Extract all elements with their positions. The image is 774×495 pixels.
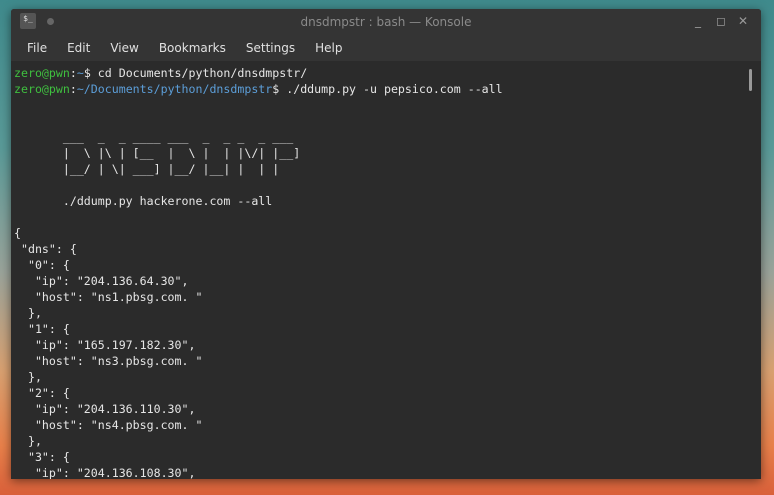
output-line: { [14, 226, 21, 240]
menu-bar: File Edit View Bookmarks Settings Help [11, 35, 761, 61]
command-output: ___ _ _ ____ ___ _ _ _ _ ___ | \ |\ | [_… [14, 97, 761, 479]
output-line: "host": "ns3.pbsg.com. " [14, 354, 203, 368]
output-line: |__/ | \| ___] |__/ |__| | | | [14, 162, 280, 176]
output-line: }, [14, 434, 42, 448]
output-line: "2": { [14, 386, 70, 400]
menu-file[interactable]: File [17, 41, 57, 55]
close-icon[interactable]: ✕ [738, 14, 748, 28]
prompt-sep: : [69, 66, 77, 80]
terminal-output[interactable]: zero@pwn:~$ cd Documents/python/dnsdmpst… [11, 63, 761, 479]
output-line: "ip": "204.136.108.30", [14, 466, 196, 479]
menu-view[interactable]: View [100, 41, 148, 55]
maximize-icon[interactable]: ◻ [716, 14, 726, 28]
menu-bookmarks[interactable]: Bookmarks [149, 41, 236, 55]
minimize-icon[interactable]: _ [695, 14, 701, 28]
prompt-path: ~/Documents/python/dnsdmpstr [76, 82, 273, 96]
output-line: }, [14, 370, 42, 384]
konsole-window: $_ dnsdmpstr : bash — Konsole _ ◻ ✕ File… [11, 9, 761, 479]
prompt-user: zero@pwn [14, 66, 70, 80]
menu-settings[interactable]: Settings [236, 41, 305, 55]
command: $ ./ddump.py -u pepsico.com --all [272, 82, 503, 96]
output-line: "host": "ns1.pbsg.com. " [14, 290, 203, 304]
output-line: "host": "ns4.pbsg.com. " [14, 418, 203, 432]
prompt-path: ~ [76, 66, 84, 80]
menu-help[interactable]: Help [305, 41, 352, 55]
title-bar: $_ dnsdmpstr : bash — Konsole _ ◻ ✕ [11, 9, 761, 35]
output-line: }, [14, 306, 42, 320]
prompt-sep: : [69, 82, 77, 96]
output-line: "ip": "204.136.64.30", [14, 274, 189, 288]
output-line: "ip": "165.197.182.30", [14, 338, 196, 352]
window-title: dnsdmpstr : bash — Konsole [300, 15, 472, 29]
output-line: "dns": { [14, 242, 77, 256]
output-line: "0": { [14, 258, 70, 272]
scrollbar[interactable] [749, 69, 752, 91]
output-line: | \ |\ | [__ | \ | | |\/| |__] [14, 146, 301, 160]
output-line: ./ddump.py hackerone.com --all [14, 194, 273, 208]
menu-edit[interactable]: Edit [57, 41, 100, 55]
command: $ cd Documents/python/dnsdmpstr/ [83, 66, 308, 80]
prompt-user: zero@pwn [14, 82, 70, 96]
output-line: ___ _ _ ____ ___ _ _ _ _ ___ [14, 130, 294, 144]
prompt-line: zero@pwn:~$ cd Documents/python/dnsdmpst… [14, 65, 761, 81]
output-line: "3": { [14, 450, 70, 464]
prompt-line: zero@pwn:~/Documents/python/dnsdmpstr$ .… [14, 81, 761, 97]
output-line: "ip": "204.136.110.30", [14, 402, 196, 416]
output-line: "1": { [14, 322, 70, 336]
